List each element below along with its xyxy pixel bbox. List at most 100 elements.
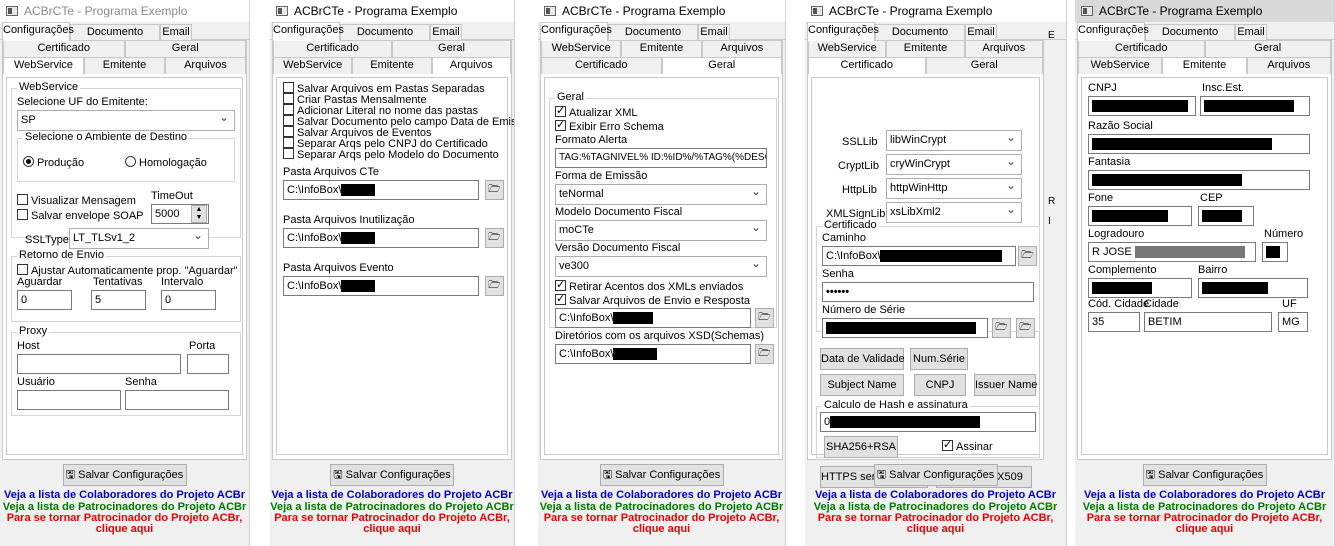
radio-producao[interactable]: Produção: [23, 156, 84, 169]
check-pastas-separadas[interactable]: Salvar Arquivos em Pastas Separadas: [283, 82, 514, 95]
subtab-certificado[interactable]: Certificado: [273, 40, 392, 57]
host-input[interactable]: [17, 354, 181, 374]
check-salvar-envelope[interactable]: Salvar envelope SOAP: [17, 209, 144, 222]
tab-configuracoes[interactable]: Configurações: [1077, 22, 1149, 41]
tab-email[interactable]: Email: [965, 24, 997, 40]
subtab-geral[interactable]: Geral: [124, 40, 246, 57]
fantasia-input[interactable]: [1088, 170, 1310, 190]
senha-input[interactable]: ••••••: [822, 282, 1034, 302]
tab-documento-auxiliar[interactable]: Documento Auxiliar: [875, 24, 965, 52]
xmlsignlib-select[interactable]: xsLibXml2: [886, 202, 1022, 223]
cnpj-input[interactable]: [1088, 96, 1196, 116]
folder-button-evento[interactable]: 🗁: [485, 276, 504, 296]
link-clique-aqui[interactable]: clique aqui: [1075, 524, 1334, 535]
cidade-input[interactable]: BETIM: [1144, 312, 1272, 332]
tab-documento-auxiliar[interactable]: Documento Auxiliar: [608, 24, 698, 52]
save-config-button[interactable]: 🖫 Salvar Configurações: [1142, 464, 1267, 486]
tab-documento-auxiliar[interactable]: Documento Auxiliar: [70, 24, 160, 52]
modelo-select[interactable]: moCTe: [555, 220, 767, 241]
cnpj-button[interactable]: CNPJ: [914, 374, 966, 396]
subtab-arquivos[interactable]: Arquivos: [964, 40, 1043, 57]
subject-name-button[interactable]: Subject Name: [820, 374, 904, 396]
tab-configuracoes[interactable]: Configurações: [540, 22, 612, 41]
ie-input[interactable]: [1200, 96, 1310, 116]
tab-documento-auxiliar[interactable]: Documento Auxiliar: [340, 24, 430, 52]
logradouro-input[interactable]: R JOSE: [1088, 242, 1256, 262]
issuer-name-button[interactable]: Issuer Name: [974, 374, 1037, 396]
link-clique-aqui[interactable]: clique aqui: [0, 524, 249, 535]
subtab-certificado[interactable]: Certificado: [808, 57, 926, 74]
subtab-emitente[interactable]: Emitente: [886, 40, 965, 57]
tab-email[interactable]: Email: [160, 24, 192, 40]
subtab-geral[interactable]: Geral: [1204, 40, 1331, 57]
folder-button-salvar[interactable]: 🗁: [755, 308, 774, 328]
subtab-geral[interactable]: Geral: [661, 57, 782, 74]
pasta-inut-input[interactable]: C:\InfoBox\: [283, 228, 479, 248]
check-exibir-erro[interactable]: Exibir Erro Schema: [555, 118, 664, 133]
tab-documento-auxiliar[interactable]: Documento Auxiliar: [1145, 24, 1235, 52]
subtab-emitente[interactable]: Emitente: [84, 57, 165, 74]
pasta-evento-input[interactable]: C:\InfoBox\: [283, 276, 479, 296]
subtab-emitente[interactable]: Emitente: [1162, 57, 1247, 74]
ssllib-select[interactable]: libWinCrypt: [886, 130, 1022, 151]
subtab-webservice[interactable]: WebService: [1078, 57, 1163, 74]
subtab-webservice[interactable]: WebService: [273, 57, 353, 74]
tab-email[interactable]: Email: [698, 24, 730, 40]
cryptlib-select[interactable]: cryWinCrypt: [886, 154, 1022, 175]
save-config-button[interactable]: 🖫 Salvar Configurações: [599, 464, 724, 486]
salvar-path-input[interactable]: C:\InfoBox\: [555, 308, 751, 328]
check-assinar[interactable]: Assinar: [942, 438, 993, 453]
subtab-emitente[interactable]: Emitente: [621, 40, 702, 57]
razao-input[interactable]: [1088, 134, 1310, 154]
folder-button-cert[interactable]: 🗁: [1018, 246, 1037, 266]
save-config-button[interactable]: 🖫 Salvar Configurações: [873, 464, 998, 486]
complemento-input[interactable]: [1088, 278, 1192, 298]
link-colaboradores[interactable]: Veja a lista de Colaboradores do Projeto…: [0, 489, 249, 501]
subtab-geral[interactable]: Geral: [925, 57, 1043, 74]
subtab-arquivos[interactable]: Arquivos: [431, 57, 511, 74]
cep-input[interactable]: [1198, 206, 1254, 226]
tab-configuracoes[interactable]: Configurações: [2, 22, 74, 41]
save-config-button[interactable]: 🖫 Salvar Configurações: [330, 464, 454, 486]
fone-input[interactable]: [1088, 206, 1192, 226]
versao-select[interactable]: ve300: [555, 256, 767, 277]
num-serie-input[interactable]: [822, 318, 988, 338]
aguardar-input[interactable]: 0: [17, 290, 72, 310]
save-config-button[interactable]: 🖫 Salvar Configurações: [62, 464, 187, 486]
httplib-select[interactable]: httpWinHttp: [886, 178, 1022, 199]
folder-button-cte[interactable]: 🗁: [485, 180, 504, 200]
formato-input[interactable]: TAG:%TAGNIVEL% ID:%ID%/%TAG%(%DESCRI: [555, 148, 767, 168]
subtab-emitente[interactable]: Emitente: [352, 57, 432, 74]
link-colaboradores[interactable]: Veja a lista de Colaboradores do Projeto…: [538, 489, 785, 501]
senha-proxy-input[interactable]: [125, 390, 229, 410]
subtab-webservice[interactable]: WebService: [808, 40, 887, 57]
uf-select[interactable]: SP: [17, 110, 235, 131]
link-colaboradores[interactable]: Veja a lista de Colaboradores do Projeto…: [805, 489, 1066, 501]
tab-configuracoes[interactable]: Configurações: [807, 22, 879, 41]
link-clique-aqui[interactable]: clique aqui: [805, 524, 1066, 535]
subtab-webservice[interactable]: WebService: [541, 40, 622, 57]
xsd-path-input[interactable]: C:\InfoBox\: [555, 344, 751, 364]
link-colaboradores[interactable]: Veja a lista de Colaboradores do Projeto…: [270, 489, 514, 501]
forma-select[interactable]: teNormal: [555, 184, 767, 205]
check-atualizar-xml[interactable]: Atualizar XML: [555, 104, 637, 119]
intervalo-input[interactable]: 0: [161, 290, 216, 310]
check-salvar-arquivos[interactable]: Salvar Arquivos de Envio e Resposta: [555, 292, 750, 307]
subtab-certificado[interactable]: Certificado: [541, 57, 662, 74]
tab-email[interactable]: Email: [1235, 24, 1267, 40]
cod-cidade-input[interactable]: 35: [1088, 312, 1140, 332]
hash-input[interactable]: 0: [820, 412, 1036, 432]
timeout-spinner[interactable]: ▲ ▼: [191, 205, 207, 223]
ssltype-select[interactable]: LT_TLSv1_2: [69, 228, 209, 249]
uf-input[interactable]: MG: [1278, 312, 1308, 332]
link-clique-aqui[interactable]: clique aqui: [270, 524, 514, 535]
subtab-certificado[interactable]: Certificado: [3, 40, 125, 57]
tab-email[interactable]: Email: [430, 24, 462, 40]
bairro-input[interactable]: [1198, 278, 1308, 298]
subtab-geral[interactable]: Geral: [392, 40, 511, 57]
subtab-arquivos[interactable]: Arquivos: [1246, 57, 1331, 74]
tab-configuracoes[interactable]: Configurações: [272, 22, 344, 41]
porta-input[interactable]: [187, 354, 229, 374]
subtab-arquivos[interactable]: Arquivos: [701, 40, 782, 57]
numero-input[interactable]: [1262, 242, 1288, 262]
